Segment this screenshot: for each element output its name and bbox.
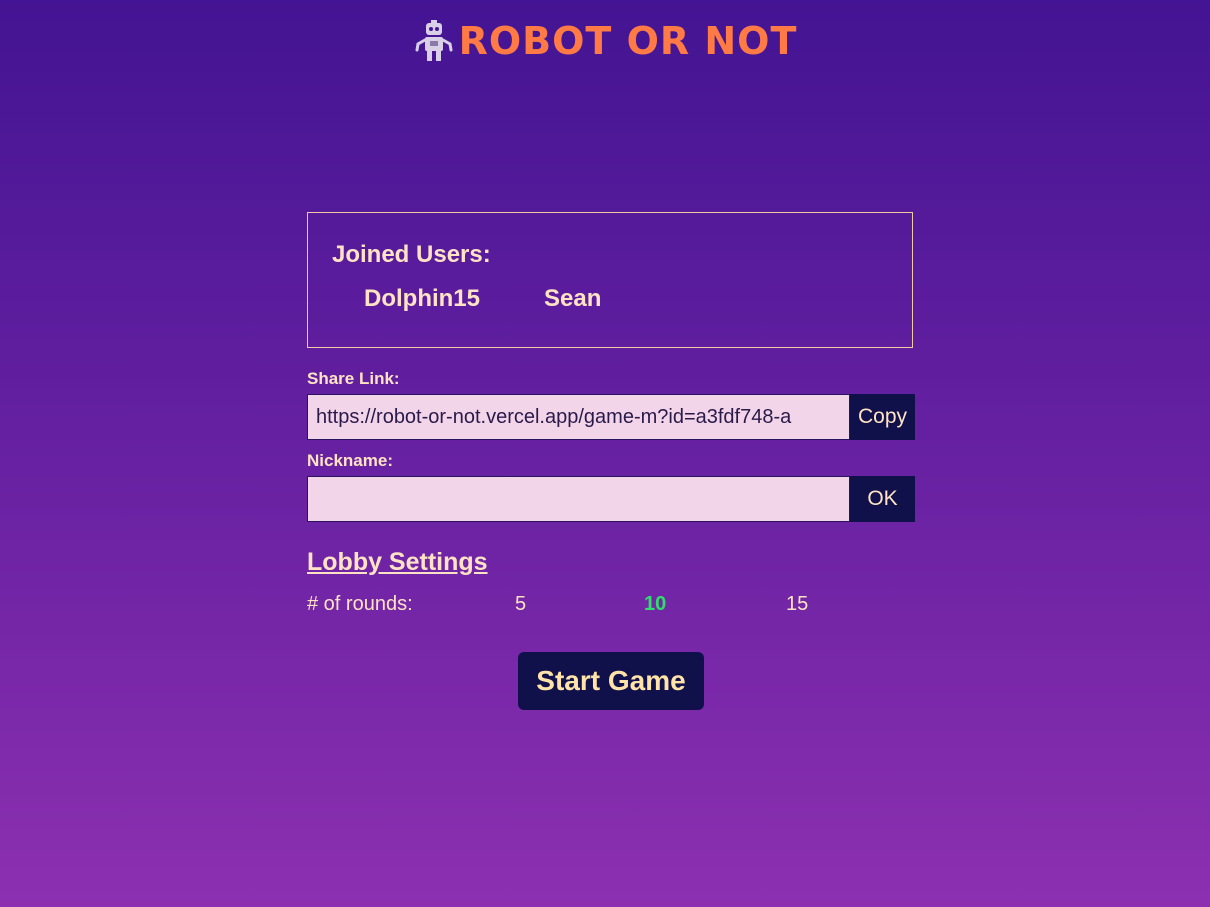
round-option-15[interactable]: 15 (786, 593, 808, 616)
round-option-10[interactable]: 10 (644, 593, 666, 616)
user-name: Dolphin15 (364, 285, 481, 312)
joined-users-panel: Joined Users: Dolphin15 Sean (307, 212, 913, 348)
lobby-settings-link[interactable]: Lobby Settings (307, 548, 488, 577)
copy-button[interactable]: Copy (850, 394, 915, 440)
nickname-input[interactable] (307, 476, 850, 522)
share-link-row: Copy (307, 394, 915, 440)
rounds-label: # of rounds: (307, 593, 413, 615)
joined-users-list: Dolphin15 Sean (364, 285, 601, 313)
start-game-button[interactable]: Start Game (518, 652, 704, 710)
round-option-5[interactable]: 5 (515, 593, 526, 616)
robot-icon (415, 20, 453, 61)
ok-button[interactable]: OK (850, 476, 915, 522)
app-title: ROBOT OR NOT (458, 19, 798, 63)
user-name: Sean (544, 285, 602, 312)
joined-users-heading: Joined Users: (332, 241, 491, 268)
nickname-label: Nickname: (307, 451, 393, 470)
share-link-input[interactable] (307, 394, 850, 440)
app-header: ROBOT OR NOT (0, 18, 1210, 64)
nickname-row: OK (307, 476, 915, 522)
share-link-label: Share Link: (307, 369, 400, 388)
